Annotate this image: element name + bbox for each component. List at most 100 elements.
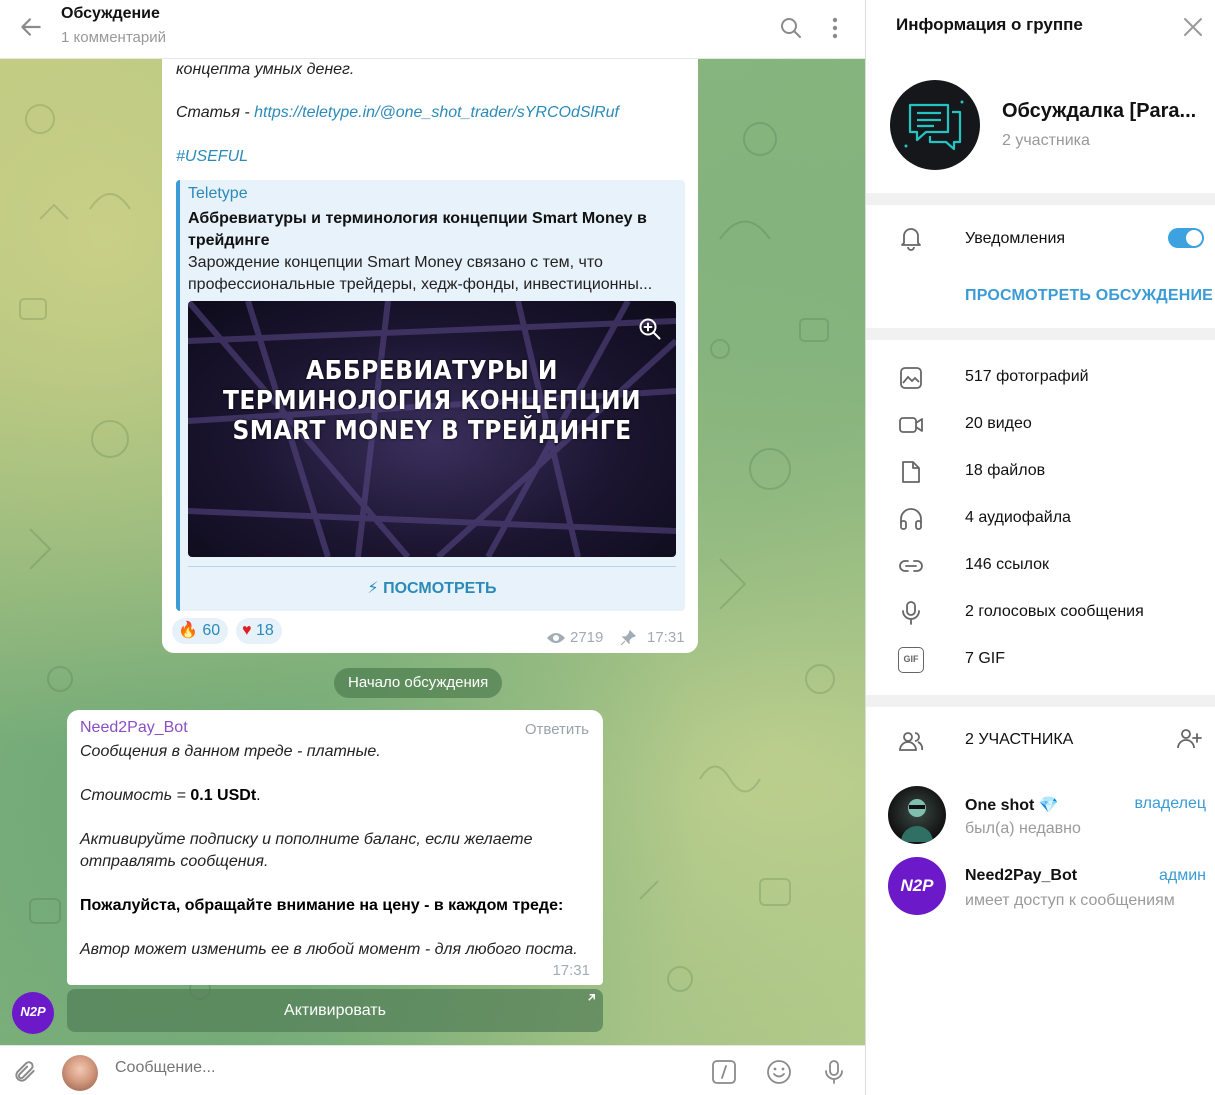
chat-panel: Обсуждение 1 комментарий концепта умных … xyxy=(0,0,865,1095)
notifications-label: Уведомления xyxy=(965,230,1066,247)
microphone-icon[interactable] xyxy=(821,1059,847,1085)
bot-message-line: Автор может изменить ее в любой момент -… xyxy=(80,941,578,958)
add-member-icon[interactable] xyxy=(1176,726,1202,752)
shared-media-section: 517 фотографий 20 видео 18 файлов 4 ауди… xyxy=(866,340,1215,695)
headphones-icon xyxy=(900,508,922,530)
chat-background: концепта умных денег. Статья - https://t… xyxy=(0,59,865,1045)
preview-desc-line: Зарождение концепции Smart Money связано… xyxy=(188,254,603,271)
attach-paperclip-icon[interactable] xyxy=(12,1059,38,1085)
preview-site-name: Teletype xyxy=(188,185,248,202)
group-avatar[interactable] xyxy=(890,80,980,170)
members-header: 2 УЧАСТНИКА xyxy=(965,731,1074,748)
photo-icon xyxy=(900,367,922,389)
preview-divider xyxy=(188,566,676,567)
price-prefix: Стоимость = xyxy=(80,787,191,804)
reaction-count: 60 xyxy=(202,622,221,639)
member-avatar: N2P xyxy=(888,857,946,915)
reaction-fire[interactable]: 🔥 60 xyxy=(172,618,229,644)
bot-message-line: Активируйте подписку и пополните баланс,… xyxy=(80,831,533,848)
back-arrow-icon[interactable] xyxy=(18,14,44,40)
group-member-count: 2 участника xyxy=(1002,132,1090,149)
external-arrow-icon xyxy=(588,994,595,1001)
price-value: 0.1 USDt xyxy=(190,787,257,804)
video-icon xyxy=(899,417,923,433)
member-avatar-figure xyxy=(901,799,933,842)
message-input[interactable] xyxy=(115,1059,675,1077)
member-name: One shot 💎 xyxy=(965,797,1059,814)
notifications-section: Уведомления ПРОСМОТРЕТЬ ОБСУЖДЕНИЕ xyxy=(866,205,1215,328)
view-article-button[interactable]: ⚡ ПОСМОТРЕТЬ xyxy=(188,572,676,606)
link-icon xyxy=(899,560,923,572)
bot-message: Need2Pay_Bot Ответить Сообщения в данном… xyxy=(67,710,603,985)
media-label: 2 голосовых сообщения xyxy=(965,603,1144,620)
emoji-icon[interactable] xyxy=(766,1059,792,1085)
member-role: владелец xyxy=(1134,795,1206,812)
media-label: 18 файлов xyxy=(965,462,1046,479)
bot-commands-icon[interactable] xyxy=(711,1059,737,1085)
member-avatar xyxy=(888,786,946,844)
info-panel-title: Информация о группе xyxy=(896,15,1083,34)
chat-title: Обсуждение xyxy=(61,5,160,22)
media-label: 20 видео xyxy=(965,415,1032,432)
search-icon[interactable] xyxy=(779,16,803,40)
preview-title: Аббревиатуры и терминология концепции Sm… xyxy=(188,210,647,249)
media-label: 4 аудиофайла xyxy=(965,509,1071,526)
bot-message-line: отправлять сообщения. xyxy=(80,853,269,870)
media-label: 146 ссылок xyxy=(965,556,1050,573)
close-icon[interactable] xyxy=(1182,16,1204,38)
avatar-text: N2P xyxy=(20,1004,46,1019)
discussion-start-label: Начало обсуждения xyxy=(334,668,503,698)
message-time: 17:31 xyxy=(552,962,590,979)
reaction-heart[interactable]: ♥ 18 xyxy=(236,618,282,644)
preview-description: Зарождение концепции Smart Money связано… xyxy=(188,252,678,296)
chat-subtitle: 1 комментарий xyxy=(61,29,166,46)
price-suffix: . xyxy=(256,787,261,804)
preview-image[interactable]: АББРЕВИАТУРЫ И ТЕРМИНОЛОГИЯ КОНЦЕПЦИИ SM… xyxy=(188,301,676,557)
diamond-icon: 💎 xyxy=(1038,797,1059,814)
reaction-count: 18 xyxy=(255,622,274,639)
members-section: 2 УЧАСТНИКА One shot 💎 был(а) недавно вл… xyxy=(866,707,1215,1095)
sender-avatar[interactable] xyxy=(62,1055,98,1091)
members-icon xyxy=(899,732,924,751)
member-role: админ xyxy=(1158,867,1206,884)
member-name: Need2Pay_Bot xyxy=(965,867,1078,884)
pin-icon xyxy=(620,630,636,646)
reply-button[interactable]: Ответить xyxy=(525,721,589,738)
chat-bubbles-icon xyxy=(904,100,964,151)
preview-desc-line: профессиональные трейдеры, хедж-фонды, и… xyxy=(188,276,653,293)
more-vertical-icon[interactable] xyxy=(823,16,847,40)
post-text-line: концепта умных денег. xyxy=(176,61,355,78)
file-icon xyxy=(902,461,920,483)
media-label: 517 фотографий xyxy=(965,368,1089,385)
bell-icon xyxy=(901,228,921,251)
heart-icon: ♥ xyxy=(242,622,252,639)
notifications-toggle[interactable] xyxy=(1168,228,1204,248)
channel-post: концепта умных денег. Статья - https://t… xyxy=(162,59,698,653)
article-link[interactable]: https://teletype.in/@one_shot_trader/sYR… xyxy=(254,104,619,121)
chat-header: Обсуждение 1 комментарий xyxy=(0,0,865,59)
bot-message-line: Пожалуйста, обращайте внимание на цену -… xyxy=(80,897,564,914)
post-article-line: Статья - https://teletype.in/@one_shot_t… xyxy=(176,102,619,124)
bot-avatar[interactable]: N2P xyxy=(12,992,54,1034)
gif-icon: GIF xyxy=(898,647,924,673)
views-count: 2719 xyxy=(570,629,604,646)
avatar-text: N2P xyxy=(900,876,934,895)
bot-price-line: Стоимость = 0.1 USDt. xyxy=(80,785,261,807)
zoom-in-icon[interactable] xyxy=(638,317,662,341)
group-info-header: Информация о группе Обсуждалка [Para... … xyxy=(866,0,1215,193)
member-status: имеет доступ к сообщениям xyxy=(965,892,1175,909)
view-discussion-button[interactable]: ПРОСМОТРЕТЬ ОБСУЖДЕНИЕ xyxy=(965,287,1213,305)
image-text-line: SMART MONEY В ТРЕЙДИНГЕ xyxy=(232,416,632,446)
views-eye-icon xyxy=(547,633,565,643)
group-info-panel: Информация о группе Обсуждалка [Para... … xyxy=(865,0,1215,1095)
hashtag-link[interactable]: #USEFUL xyxy=(176,146,248,168)
mic-icon xyxy=(902,601,920,625)
link-preview[interactable]: Teletype Аббревиатуры и терминология кон… xyxy=(176,180,685,611)
activate-button-label: Активировать xyxy=(284,1002,386,1019)
activate-button[interactable]: Активировать xyxy=(67,989,603,1032)
message-author[interactable]: Need2Pay_Bot xyxy=(80,719,188,737)
image-text-line: ТЕРМИНОЛОГИЯ КОНЦЕПЦИИ xyxy=(222,386,642,416)
media-label: 7 GIF xyxy=(965,650,1006,667)
fire-icon: 🔥 xyxy=(178,622,198,639)
group-name: Обсуждалка [Para... xyxy=(1002,100,1197,122)
